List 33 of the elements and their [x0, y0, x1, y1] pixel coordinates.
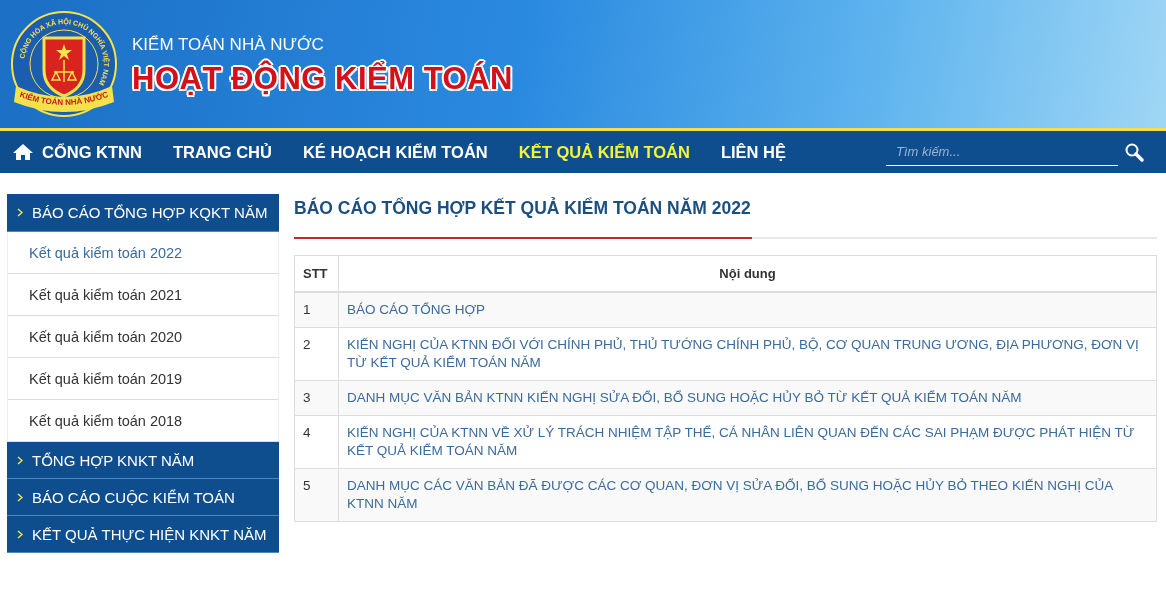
sidebar-group[interactable]: KẾT QUẢ THỰC HIỆN KNKT NĂM	[7, 516, 279, 553]
search-field[interactable]: Tìm kiếm...	[886, 138, 1118, 166]
table-cell: 2	[294, 327, 339, 381]
document-link[interactable]: BÁO CÁO TỔNG HỢP	[338, 292, 1157, 328]
chevron-icon	[17, 529, 23, 539]
document-link[interactable]: DANH MỤC VĂN BẢN KTNN KIẾN NGHỊ SỬA ĐỔI, BỔ SUNG HOẶC HỦY BỎ TỪ KẾT QUẢ KIỂM TOÁN NĂM	[338, 380, 1157, 416]
chevron-icon	[17, 492, 23, 502]
chevron-icon	[17, 208, 23, 217]
nav-link[interactable]: TRANG CHỦ	[172, 142, 272, 162]
sidebar-item[interactable]: Kết quả kiểm toán 2021	[7, 274, 279, 316]
sidebar-group[interactable]: BÁO CÁO TỔNG HỢP KQKT NĂM	[7, 194, 279, 232]
sidebar-item[interactable]: Kết quả kiểm toán 2019	[7, 358, 279, 400]
nav-link[interactable]: KÉ HOẠCH KIỂM TOÁN	[302, 142, 488, 162]
sidebar-group[interactable]: TỔNG HỢP KNKT NĂM	[7, 442, 279, 479]
search-icon[interactable]	[1124, 142, 1144, 162]
home-icon	[12, 143, 34, 161]
page-heading: BÁO CÁO TỔNG HỢP KẾT QUẢ KIỂM TOÁN NĂM 2022	[294, 194, 752, 239]
table-cell: 3	[294, 380, 339, 416]
table-cell: 4	[294, 415, 339, 469]
nav-link[interactable]: LIÊN HỆ	[720, 142, 786, 162]
table-cell: 1	[294, 292, 339, 328]
table-cell: 5	[294, 468, 339, 522]
nav-link[interactable]: KẾT QUẢ KIỂM TOÁN	[518, 142, 690, 162]
chevron-icon	[17, 455, 23, 465]
document-link[interactable]: KIẾN NGHỊ CỦA KTNN ĐỐI VỚI CHÍNH PHỦ, THỦ TƯỚNG CHÍNH PHỦ, BỘ, CƠ QUAN TRUNG ƯƠNG, ĐỊA PHƯƠNG, ĐƠN VỊ TỪ KẾT QUẢ KIỂM TOÁN NĂM	[338, 327, 1157, 381]
sidebar-item[interactable]: Kết quả kiểm toán 2020	[7, 316, 279, 358]
sidebar-item[interactable]: Kết quả kiểm toán 2022	[7, 232, 279, 274]
document-link[interactable]: DANH MỤC CÁC VĂN BẢN ĐÃ ĐƯỢC CÁC CƠ QUAN, ĐƠN VỊ SỬA ĐỔI, BỔ SUNG HOẶC HỦY BỎ THEO KIẾN NGHỊ CỦA KTNN NĂM	[338, 468, 1157, 522]
nav-link[interactable]: CỔNG KTNN	[12, 142, 142, 162]
site-title: HOẠT ĐỘNG KIỂM TOÁN	[132, 61, 513, 97]
site-subtitle: KIỂM TOÁN NHÀ NƯỚC	[132, 35, 325, 55]
document-link[interactable]: KIẾN NGHỊ CỦA KTNN VỀ XỬ LÝ TRÁCH NHIỆM TẬP THỂ, CÁ NHÂN LIÊN QUAN ĐẾN CÁC SAI PHẠM ĐƯỢC PHÁT HIỆN TỪ KẾT QUẢ KIỂM TOÁN NĂM	[338, 415, 1157, 469]
sidebar-group[interactable]: BÁO CÁO CUỘC KIỂM TOÁN	[7, 479, 279, 516]
